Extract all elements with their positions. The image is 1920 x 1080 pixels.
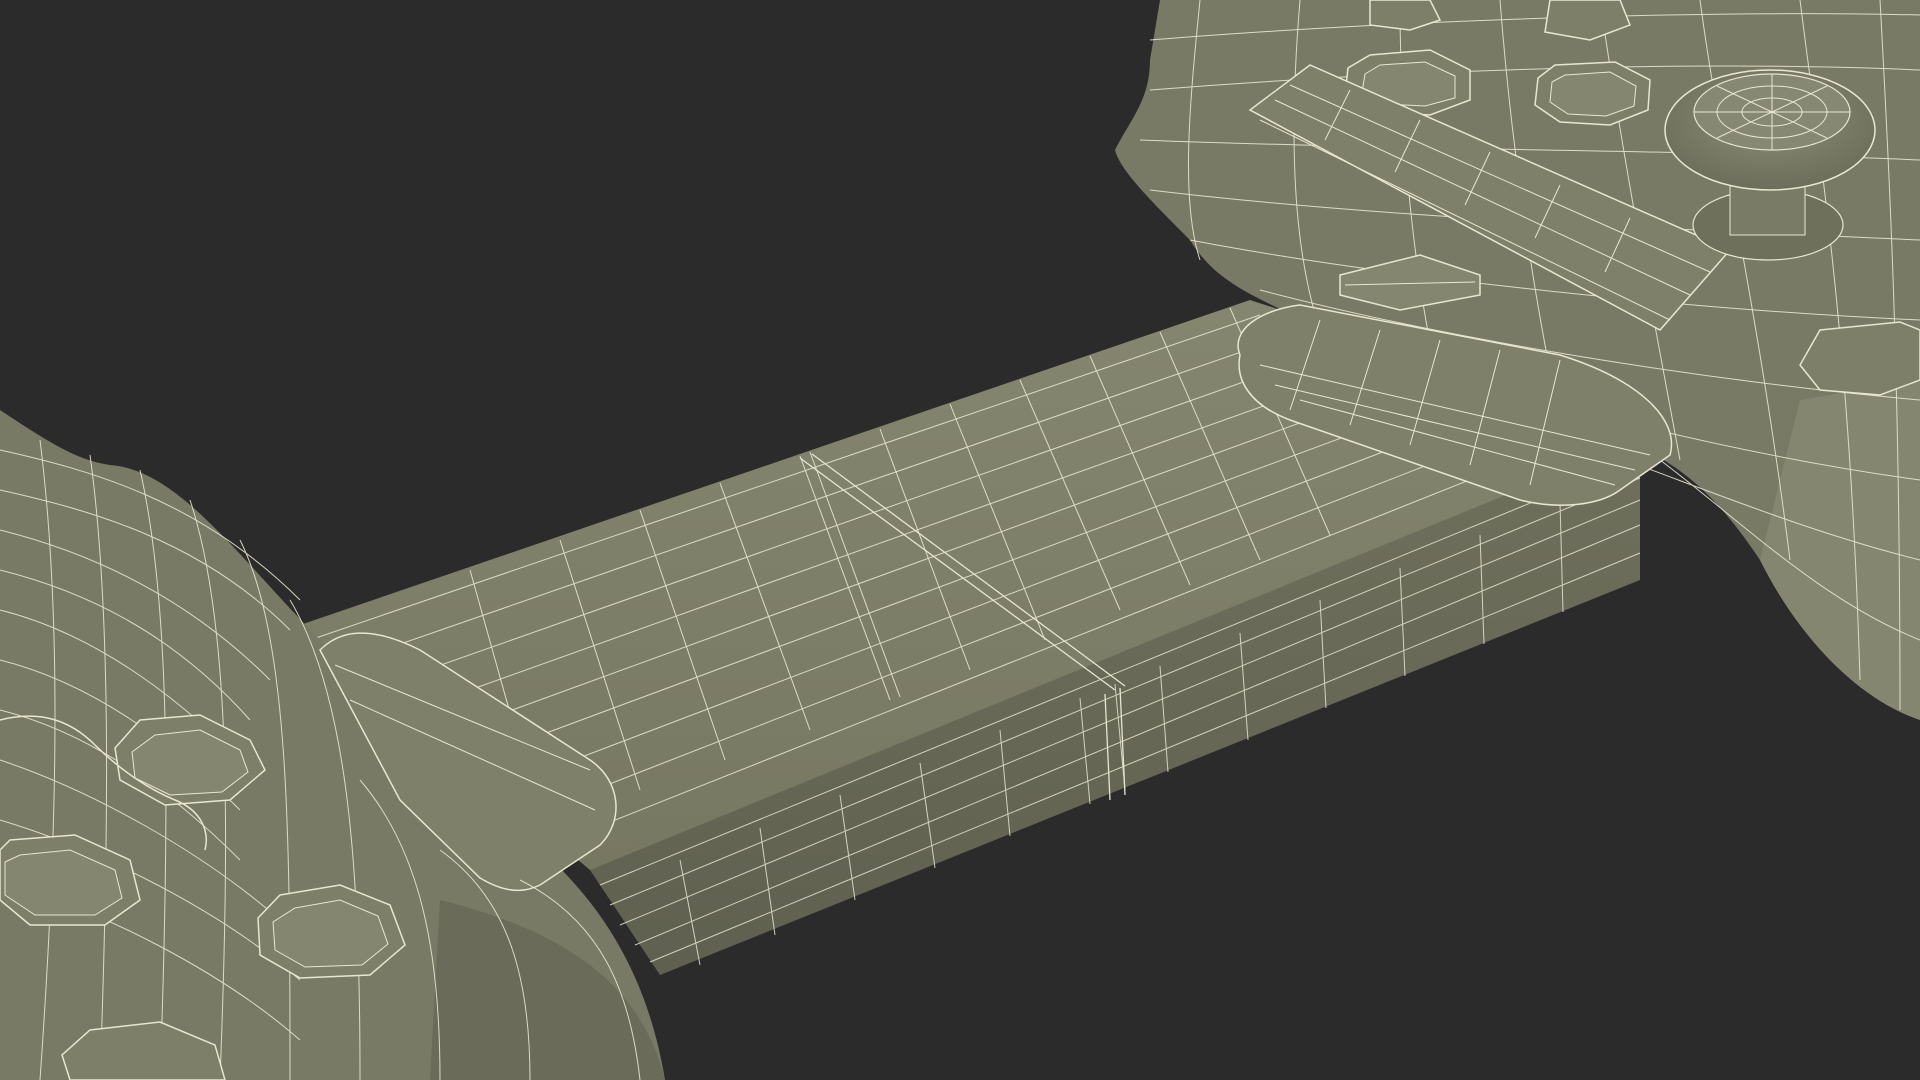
face-button-9 [1799, 321, 1920, 396]
wireframe-scene [0, 0, 1920, 1080]
face-button-8-inner [1549, 71, 1637, 117]
